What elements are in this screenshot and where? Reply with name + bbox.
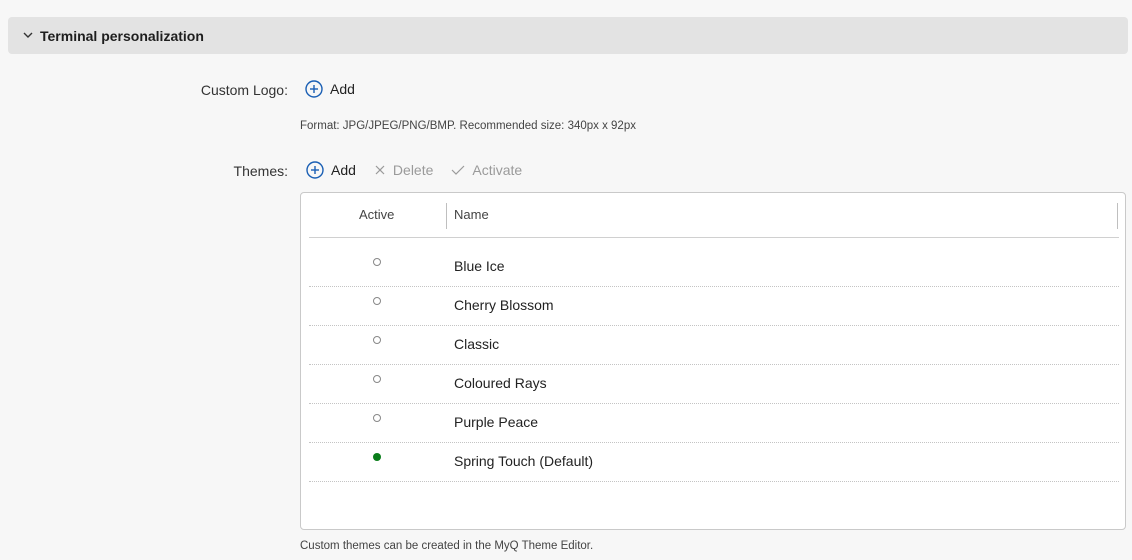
inactive-status-dot bbox=[373, 414, 381, 422]
add-theme-button[interactable]: Add bbox=[306, 161, 356, 179]
section-header[interactable]: Terminal personalization bbox=[8, 17, 1128, 54]
theme-name: Cherry Blossom bbox=[454, 297, 554, 313]
plus-circle-icon bbox=[306, 161, 324, 179]
active-status-dot bbox=[373, 453, 381, 461]
custom-logo-label: Custom Logo: bbox=[200, 82, 288, 98]
close-icon bbox=[374, 164, 386, 176]
column-resize-handle[interactable] bbox=[1117, 203, 1118, 229]
inactive-status-dot bbox=[373, 297, 381, 305]
add-logo-label: Add bbox=[330, 81, 355, 97]
inactive-status-dot bbox=[373, 258, 381, 266]
themes-toolbar: Add Delete Activate bbox=[306, 161, 540, 179]
theme-name: Purple Peace bbox=[454, 414, 539, 430]
terminal-personalization-page: Terminal personalization Custom Logo: Ad… bbox=[0, 0, 1132, 560]
delete-theme-button[interactable]: Delete bbox=[374, 162, 433, 178]
inactive-status-dot bbox=[373, 336, 381, 344]
grid-rows: Blue Ice Cherry Blossom Classic Coloured Ra… bbox=[309, 248, 1119, 482]
table-row[interactable]: Spring Touch (Default) bbox=[309, 443, 1119, 482]
theme-editor-hint: Custom themes can be created in the MyQ … bbox=[300, 540, 594, 552]
theme-name: Spring Touch (Default) bbox=[454, 453, 594, 469]
add-logo-button[interactable]: Add bbox=[305, 80, 355, 98]
table-row[interactable]: Blue Ice bbox=[309, 248, 1119, 287]
theme-name: Blue Ice bbox=[454, 258, 505, 274]
column-header-name[interactable]: Name bbox=[454, 207, 489, 222]
themes-label: Themes: bbox=[233, 163, 288, 179]
table-row[interactable]: Purple Peace bbox=[309, 404, 1119, 443]
theme-name: Classic bbox=[454, 336, 500, 352]
activate-theme-button[interactable]: Activate bbox=[451, 162, 522, 178]
column-resize-handle[interactable] bbox=[446, 203, 447, 229]
column-header-active[interactable]: Active bbox=[359, 207, 394, 222]
themes-grid: Active Name Blue Ice Cherry Blossom Classi… bbox=[300, 192, 1126, 530]
check-icon bbox=[451, 164, 465, 176]
table-row[interactable]: Classic bbox=[309, 326, 1119, 365]
logo-format-hint: Format: JPG/JPEG/PNG/BMP. Recommended si… bbox=[300, 120, 636, 132]
add-theme-label: Add bbox=[331, 162, 356, 178]
inactive-status-dot bbox=[373, 375, 381, 383]
section-title: Terminal personalization bbox=[40, 27, 204, 44]
chevron-down-icon bbox=[22, 30, 34, 42]
grid-header: Active Name bbox=[309, 193, 1119, 238]
delete-theme-label: Delete bbox=[392, 162, 434, 178]
table-row[interactable]: Cherry Blossom bbox=[309, 287, 1119, 326]
plus-circle-icon bbox=[305, 80, 323, 98]
activate-theme-label: Activate bbox=[472, 162, 523, 178]
table-row[interactable]: Coloured Rays bbox=[309, 365, 1119, 404]
theme-name: Coloured Rays bbox=[454, 375, 547, 391]
